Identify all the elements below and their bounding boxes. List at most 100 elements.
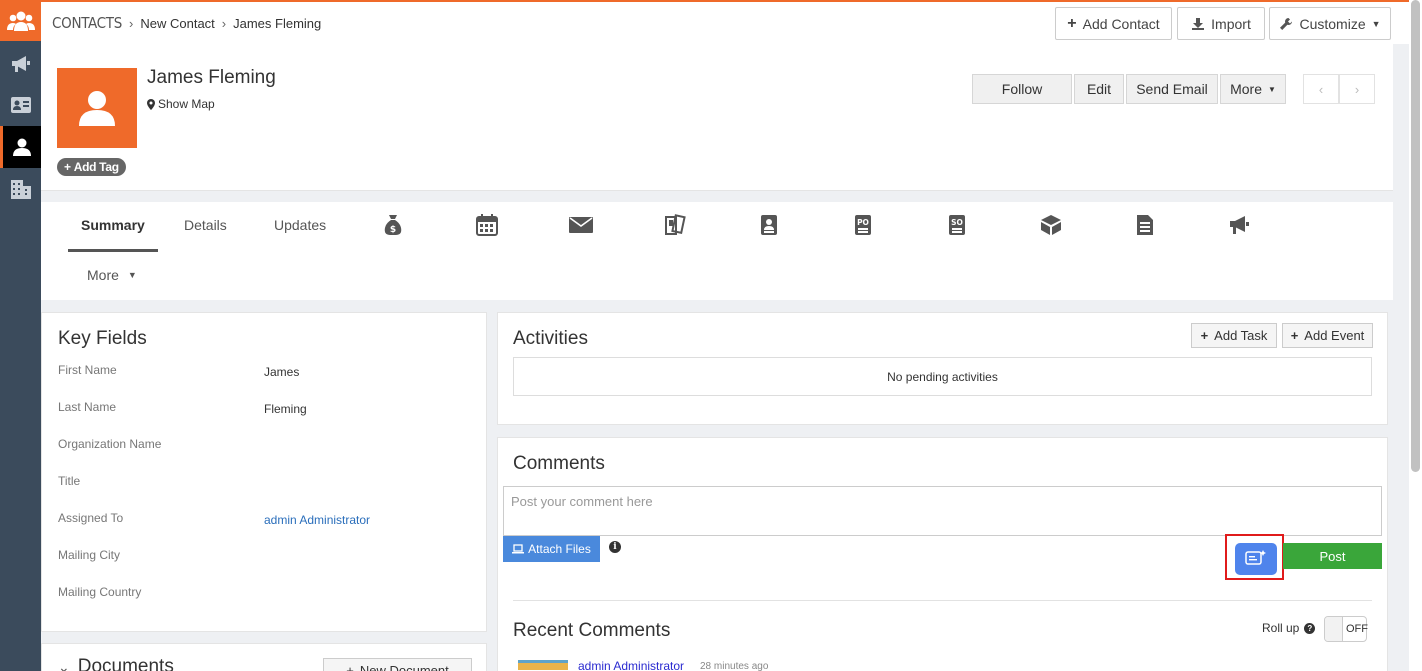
next-record-button[interactable]: ›	[1339, 74, 1375, 104]
breadcrumb-parent[interactable]: New Contact	[140, 16, 214, 31]
help-circle-icon[interactable]: ?	[1304, 622, 1316, 634]
person-placeholder-icon	[79, 91, 115, 126]
purchase-order-icon[interactable]: PO	[850, 212, 876, 238]
send-email-button[interactable]: Send Email	[1126, 74, 1218, 104]
roll-up-label-group: Roll up ?	[1262, 621, 1316, 635]
money-bag-icon[interactable]: $	[380, 212, 406, 238]
chevron-right-icon: ›	[221, 15, 227, 31]
key-fields-panel: Key Fields First Name James Last Name Fl…	[41, 312, 487, 632]
plus-icon: +	[1200, 328, 1209, 343]
roll-up-toggle[interactable]: OFF	[1324, 616, 1368, 642]
contact-card-rail-icon[interactable]	[0, 84, 41, 126]
tab-updates[interactable]: Updates	[274, 217, 326, 233]
add-task-label: Add Task	[1214, 328, 1268, 343]
customize-label: Customize	[1299, 15, 1366, 32]
comments-panel: Comments Post your comment here Attach F…	[497, 437, 1388, 671]
laptop-icon	[512, 544, 525, 554]
previous-record-button[interactable]: ‹	[1303, 74, 1339, 104]
chevron-right-icon: ›	[129, 15, 134, 31]
plus-icon: +	[64, 160, 71, 174]
tab-details[interactable]: Details	[184, 217, 227, 233]
import-button[interactable]: Import	[1177, 7, 1265, 40]
chevron-right-icon: ›	[1354, 81, 1360, 97]
app-logo-icon[interactable]	[0, 0, 41, 41]
marketing-megaphone-icon[interactable]	[0, 43, 41, 85]
contacts-person-icon[interactable]	[0, 126, 41, 168]
activities-panel: Activities + Add Task + Add Event No pen…	[497, 312, 1388, 425]
tab-more[interactable]: More ▼	[87, 267, 137, 283]
customize-button[interactable]: Customize ▼	[1269, 7, 1391, 40]
follow-button[interactable]: Follow	[972, 74, 1072, 104]
field-label-mailing-city: Mailing City	[58, 548, 121, 562]
envelope-icon[interactable]	[568, 212, 594, 238]
attach-files-button[interactable]: Attach Files	[503, 536, 600, 562]
toggle-state-label: OFF	[1346, 623, 1368, 635]
add-task-button[interactable]: + Add Task	[1191, 323, 1277, 348]
roll-up-label: Roll up	[1262, 621, 1300, 635]
commenter-avatar	[518, 660, 568, 670]
comment-input[interactable]: Post your comment here	[503, 486, 1382, 536]
breadcrumb-module[interactable]: CONTACTS	[52, 14, 122, 32]
send-email-label: Send Email	[1136, 81, 1208, 97]
ai-comment-assistant-button[interactable]	[1235, 543, 1277, 575]
map-marker-icon	[147, 98, 155, 110]
no-pending-activities: No pending activities	[513, 357, 1372, 396]
tab-summary[interactable]: Summary	[81, 217, 145, 233]
scrollbar-thumb[interactable]	[1411, 0, 1420, 472]
comment-timestamp: 28 minutes ago	[700, 661, 769, 671]
show-map-link[interactable]: Show Map	[147, 97, 215, 111]
more-actions-button[interactable]: More ▼	[1220, 74, 1286, 104]
svg-text:$: $	[390, 225, 396, 235]
more-actions-label: More	[1230, 81, 1262, 97]
sales-order-icon[interactable]: SO	[944, 212, 970, 238]
ai-chat-sparkle-icon	[1245, 550, 1266, 565]
documents-header[interactable]: ⌄ Documents	[58, 656, 174, 671]
activities-title: Activities	[513, 328, 588, 349]
add-contact-button[interactable]: + Add Contact	[1055, 7, 1172, 40]
field-value-first-name[interactable]: James	[264, 365, 299, 379]
plus-icon: +	[1290, 328, 1299, 343]
caret-down-icon: ▼	[1267, 84, 1276, 94]
tab-more-label: More	[87, 267, 119, 283]
recent-comments-title: Recent Comments	[513, 620, 671, 641]
document-icon[interactable]	[1132, 212, 1158, 238]
add-event-button[interactable]: + Add Event	[1282, 323, 1373, 348]
field-label-title: Title	[58, 474, 81, 488]
add-tag-button[interactable]: + Add Tag	[57, 158, 126, 176]
wrench-icon	[1280, 17, 1293, 30]
field-label-assigned-to: Assigned To	[58, 511, 124, 525]
tickets-icon[interactable]	[662, 212, 688, 238]
post-comment-button[interactable]: Post	[1283, 543, 1382, 569]
active-tab-indicator	[68, 249, 158, 252]
chevron-left-icon: ‹	[1318, 81, 1324, 97]
field-label-organization: Organization Name	[58, 437, 162, 451]
edit-label: Edit	[1086, 81, 1112, 97]
info-icon[interactable]: i	[609, 541, 621, 553]
contact-card-icon[interactable]	[756, 212, 782, 238]
record-title: James Fleming	[147, 67, 276, 88]
import-label: Import	[1211, 15, 1251, 32]
field-value-assigned-to[interactable]: admin Administrator	[264, 513, 370, 527]
record-header: James Fleming Show Map + Add Tag Follow …	[41, 44, 1393, 191]
caret-down-icon: ▼	[1371, 18, 1381, 29]
organizations-building-icon[interactable]	[0, 168, 41, 210]
add-contact-label: Add Contact	[1082, 15, 1160, 32]
download-icon	[1192, 17, 1205, 30]
calendar-icon[interactable]	[474, 212, 500, 238]
comment-author-link[interactable]: admin Administrator	[578, 659, 684, 671]
megaphone-icon[interactable]	[1226, 212, 1252, 238]
new-document-button[interactable]: + New Document	[323, 658, 472, 671]
page-scrollbar[interactable]	[1409, 0, 1422, 671]
documents-title: Documents	[77, 656, 174, 671]
follow-label: Follow	[1001, 81, 1043, 97]
box-icon[interactable]	[1038, 212, 1064, 238]
chevron-down-icon: ⌄	[58, 658, 70, 671]
avatar[interactable]	[57, 68, 137, 148]
field-value-last-name[interactable]: Fleming	[264, 402, 307, 416]
add-tag-label: Add Tag	[73, 160, 119, 174]
svg-text:SO: SO	[951, 218, 963, 227]
documents-panel: ⌄ Documents + New Document	[41, 643, 487, 671]
record-tabs: Summary Details Updates $ PO SO More ▼	[41, 202, 1393, 300]
edit-button[interactable]: Edit	[1074, 74, 1124, 104]
comments-title: Comments	[513, 453, 605, 474]
